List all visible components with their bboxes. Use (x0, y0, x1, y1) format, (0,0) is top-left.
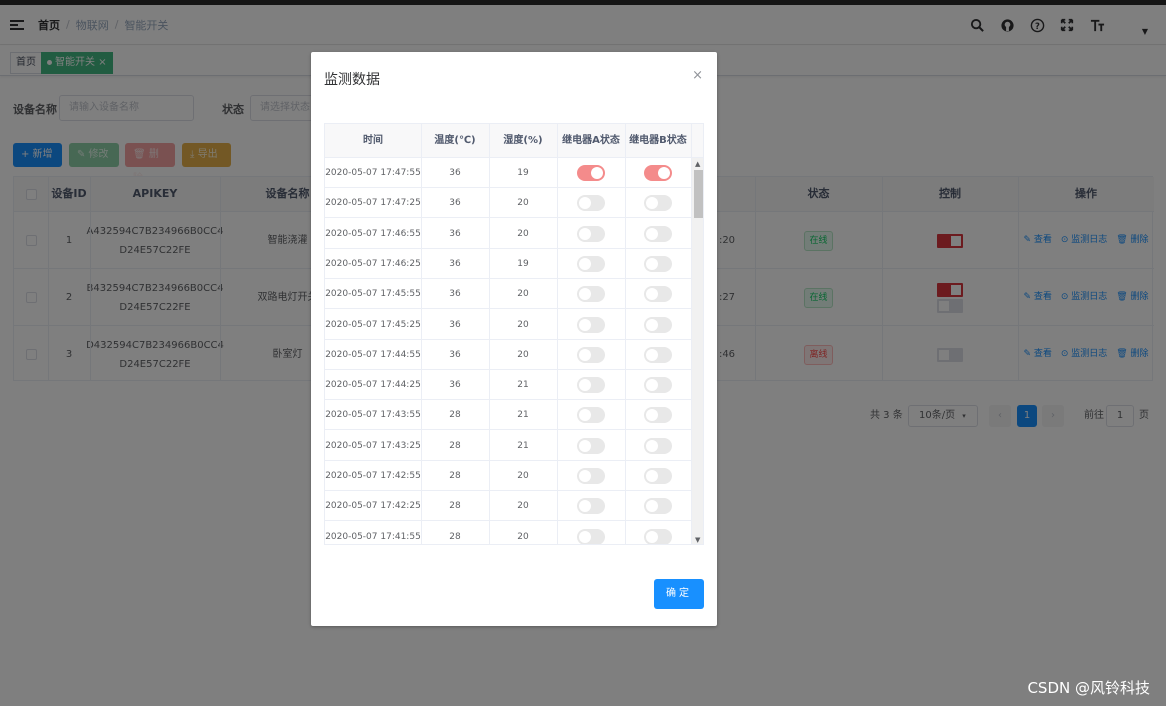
cell-humidity: 20 (517, 319, 529, 330)
monitor-row: 2020-05-07 17:46:25 36 19 (325, 249, 691, 279)
relay-a-switch[interactable] (577, 528, 605, 544)
relay-a-switch[interactable] (577, 346, 605, 363)
cell-time: 2020-05-07 17:44:25 (325, 380, 421, 391)
cell-humidity: 21 (517, 410, 529, 421)
cell-humidity: 19 (517, 168, 529, 178)
cell-temperature: 36 (449, 168, 461, 178)
cell-time: 2020-05-07 17:46:25 (325, 258, 421, 269)
relay-a-switch[interactable] (577, 377, 605, 394)
cell-humidity: 20 (517, 531, 529, 542)
header-temperature: 温度(℃) (421, 124, 489, 158)
relay-b-switch[interactable] (644, 498, 672, 515)
relay-a-switch[interactable] (577, 165, 605, 181)
monitor-row: 2020-05-07 17:41:55 28 20 (325, 522, 691, 544)
relay-a-switch[interactable] (577, 407, 605, 424)
relay-b-switch[interactable] (644, 346, 672, 363)
relay-a-switch[interactable] (577, 498, 605, 515)
cell-temperature: 28 (449, 410, 461, 421)
cell-humidity: 20 (517, 471, 529, 481)
cell-temperature: 36 (449, 319, 461, 330)
dialog-title: 监测数据 (324, 72, 380, 88)
monitor-row: 2020-05-07 17:45:55 36 20 (325, 279, 691, 310)
cell-humidity: 20 (517, 289, 529, 300)
close-icon[interactable]: × (692, 68, 703, 83)
monitor-row: 2020-05-07 17:47:55 36 19 (325, 158, 691, 188)
relay-b-switch[interactable] (644, 165, 672, 181)
relay-b-switch[interactable] (644, 255, 672, 272)
relay-b-switch[interactable] (644, 225, 672, 242)
watermark: CSDN @风铃科技 (1027, 679, 1150, 697)
cell-temperature: 36 (449, 198, 461, 209)
cell-time: 2020-05-07 17:42:55 (325, 471, 421, 481)
cell-time: 2020-05-07 17:45:55 (325, 289, 421, 300)
cell-temperature: 36 (449, 228, 461, 239)
table-scrollbar[interactable]: ▲ ▼ (692, 158, 703, 544)
cell-humidity: 20 (517, 349, 529, 360)
relay-a-switch[interactable] (577, 286, 605, 303)
cell-time: 2020-05-07 17:47:55 (325, 168, 421, 178)
cell-humidity: 21 (517, 440, 529, 451)
cell-time: 2020-05-07 17:41:55 (325, 531, 421, 542)
relay-b-switch[interactable] (644, 407, 672, 424)
cell-temperature: 28 (449, 531, 461, 542)
relay-b-switch[interactable] (644, 437, 672, 454)
cell-temperature: 36 (449, 289, 461, 300)
relay-b-switch[interactable] (644, 468, 672, 484)
monitor-row: 2020-05-07 17:42:55 28 20 (325, 461, 691, 491)
relay-b-switch[interactable] (644, 286, 672, 303)
cell-time: 2020-05-07 17:45:25 (325, 319, 421, 330)
relay-b-switch[interactable] (644, 377, 672, 394)
header-humidity: 湿度(%) (489, 124, 557, 158)
relay-a-switch[interactable] (577, 225, 605, 242)
cell-time: 2020-05-07 17:46:55 (325, 228, 421, 239)
relay-a-switch[interactable] (577, 437, 605, 454)
monitor-row: 2020-05-07 17:44:55 36 20 (325, 340, 691, 370)
cell-temperature: 28 (449, 440, 461, 451)
header-relay-b: 继电器B状态 (625, 124, 691, 158)
monitor-row: 2020-05-07 17:44:25 36 21 (325, 370, 691, 401)
relay-a-switch[interactable] (577, 195, 605, 212)
confirm-button[interactable]: 确定 (654, 579, 704, 609)
header-gutter (691, 124, 703, 158)
relay-b-switch[interactable] (644, 195, 672, 212)
cell-temperature: 36 (449, 349, 461, 360)
cell-temperature: 36 (449, 380, 461, 391)
cell-humidity: 20 (517, 228, 529, 239)
monitor-row: 2020-05-07 17:43:25 28 21 (325, 431, 691, 461)
cell-humidity: 20 (517, 501, 529, 512)
cell-time: 2020-05-07 17:43:55 (325, 410, 421, 421)
relay-b-switch[interactable] (644, 316, 672, 333)
cell-temperature: 36 (449, 258, 461, 269)
cell-time: 2020-05-07 17:47:25 (325, 198, 421, 209)
header-relay-a: 继电器A状态 (557, 124, 625, 158)
cell-humidity: 19 (517, 258, 529, 269)
relay-a-switch[interactable] (577, 468, 605, 484)
relay-a-switch[interactable] (577, 255, 605, 272)
cell-time: 2020-05-07 17:43:25 (325, 440, 421, 451)
monitor-row: 2020-05-07 17:45:25 36 20 (325, 310, 691, 340)
relay-b-switch[interactable] (644, 528, 672, 544)
cell-time: 2020-05-07 17:44:55 (325, 349, 421, 360)
cell-humidity: 20 (517, 198, 529, 209)
relay-a-switch[interactable] (577, 316, 605, 333)
scroll-down-icon[interactable]: ▼ (695, 536, 700, 544)
cell-humidity: 21 (517, 380, 529, 391)
monitor-row: 2020-05-07 17:46:55 36 20 (325, 219, 691, 249)
cell-temperature: 28 (449, 471, 461, 481)
monitor-row: 2020-05-07 17:43:55 28 21 (325, 400, 691, 431)
scrollbar-thumb[interactable] (694, 170, 703, 218)
cell-time: 2020-05-07 17:42:25 (325, 501, 421, 512)
monitor-row: 2020-05-07 17:47:25 36 20 (325, 188, 691, 219)
monitor-row: 2020-05-07 17:42:25 28 20 (325, 491, 691, 522)
header-time: 时间 (325, 124, 421, 158)
monitor-dialog: 监测数据 × 时间 温度(℃) 湿度(%) 继电器A状态 继电器B状态 2020… (311, 52, 717, 626)
scroll-up-icon[interactable]: ▲ (695, 160, 700, 168)
cell-temperature: 28 (449, 501, 461, 512)
monitor-table: 时间 温度(℃) 湿度(%) 继电器A状态 继电器B状态 2020-05-07 … (324, 123, 704, 545)
